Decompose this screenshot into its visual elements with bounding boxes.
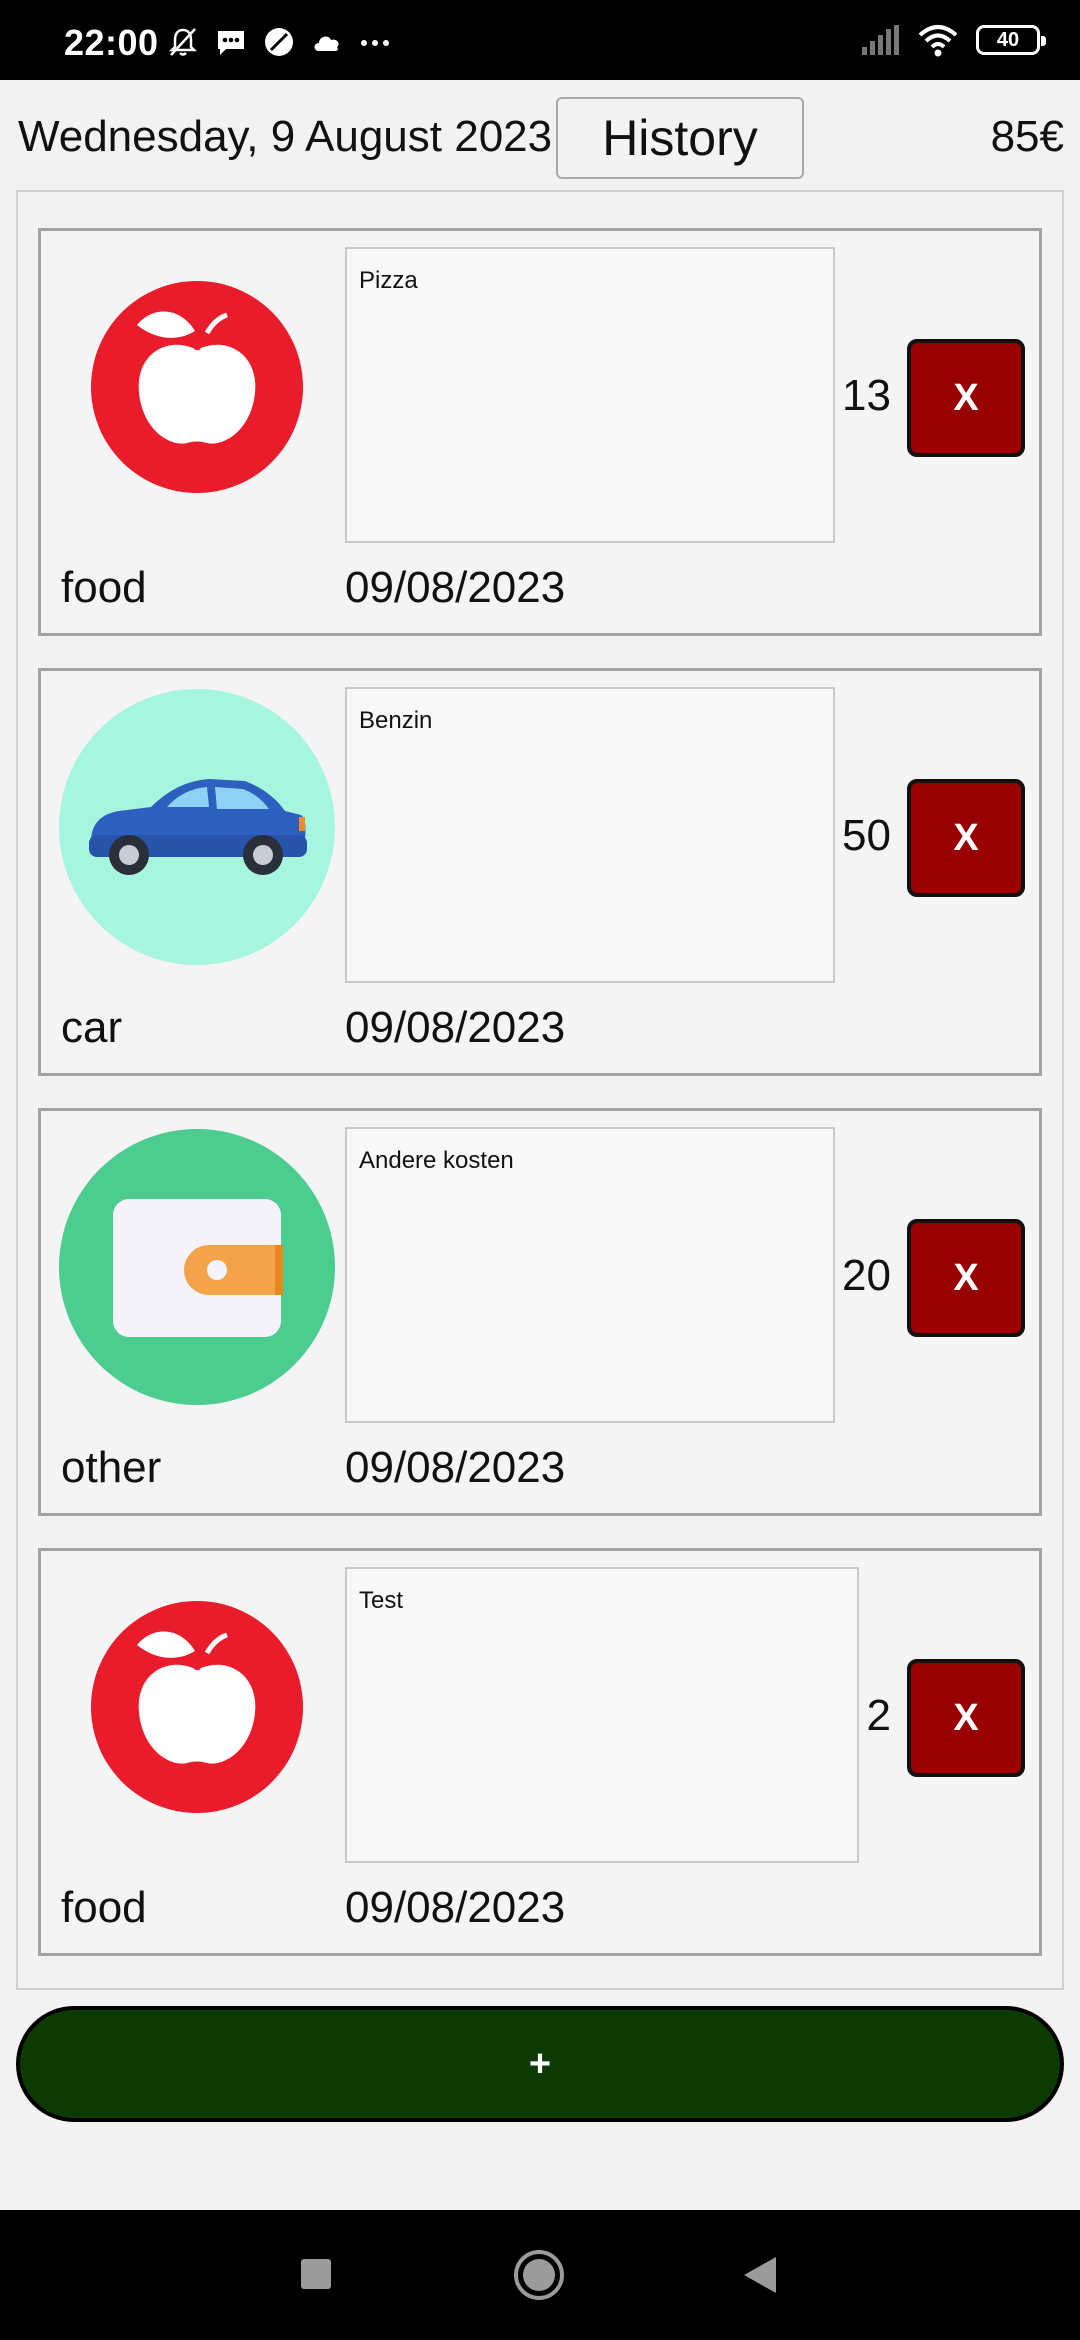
wifi-icon [918,25,958,57]
expense-amount: 2 [866,1691,891,1740]
battery-icon: 40 [976,25,1046,55]
expense-card: food Pizza 09/08/2023 13 X [38,228,1042,636]
no-disturb-icon [265,28,293,56]
category-label: food [61,563,147,612]
recents-square-icon[interactable] [298,2256,334,2292]
category-label: other [61,1443,162,1492]
expense-amount: 13 [842,371,891,420]
delete-button[interactable]: X [907,779,1025,897]
mute-icon [168,28,198,56]
note-field[interactable]: Benzin [345,687,835,983]
signal-icon [862,25,899,55]
expense-date: 09/08/2023 [345,563,566,612]
back-triangle-icon[interactable] [740,2254,780,2296]
note-field[interactable]: Pizza [345,247,835,543]
more-dots-icon [361,40,389,46]
delete-button[interactable]: X [907,1219,1025,1337]
status-time: 22:00 [64,22,159,63]
battery-level: 40 [996,28,1020,51]
message-icon [218,31,244,55]
status-bar: 22:00 40 [0,0,1080,80]
category-label: food [61,1883,147,1932]
note-field[interactable]: Test [345,1567,859,1863]
home-circle-icon[interactable] [512,2248,566,2302]
expense-date: 09/08/2023 [345,1003,566,1052]
car-icon [59,689,335,965]
category-label: car [61,1003,123,1052]
expense-date: 09/08/2023 [345,1883,566,1932]
expense-amount: 50 [842,811,891,860]
navigation-bar [0,2210,1080,2340]
apple-icon [91,1601,303,1813]
current-date: Wednesday, 9 August 2023 [18,112,553,161]
expense-card: car Benzin 09/08/2023 50 X [38,668,1042,1076]
add-expense-button[interactable]: + [16,2006,1064,2122]
expense-card: food Test 09/08/2023 2 X [38,1548,1042,1956]
cloud-icon [314,36,339,51]
header: Wednesday, 9 August 2023 History 85€ [0,80,1080,200]
expense-amount: 20 [842,1251,891,1300]
expense-card: other Andere kosten 09/08/2023 20 X [38,1108,1042,1516]
note-field[interactable]: Andere kosten [345,1127,835,1423]
expense-date: 09/08/2023 [345,1443,566,1492]
delete-button[interactable]: X [907,1659,1025,1777]
apple-icon [91,281,303,493]
delete-button[interactable]: X [907,339,1025,457]
wallet-icon [59,1129,335,1405]
list-divider [16,1988,1064,1990]
total-amount: 85€ [990,112,1064,161]
history-button[interactable]: History [556,97,804,179]
